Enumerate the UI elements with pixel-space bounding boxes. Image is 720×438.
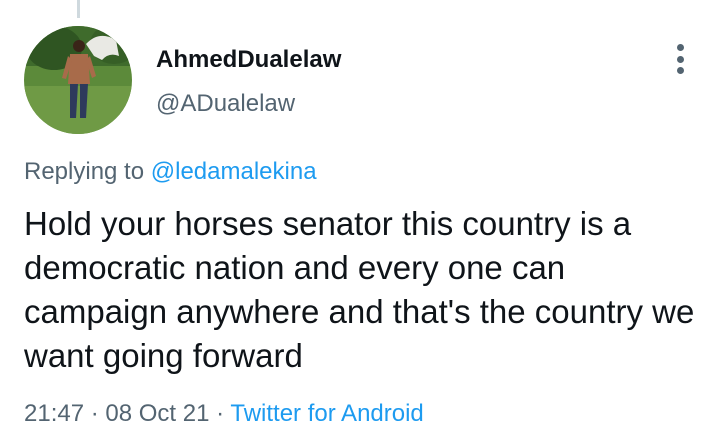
more-dot — [676, 44, 684, 51]
meta-separator: · — [209, 400, 231, 427]
reply-mention-link[interactable]: @ledamalekina — [151, 158, 317, 185]
tweet-date[interactable]: 08 Oct 21 — [105, 400, 209, 427]
more-dot — [676, 55, 684, 63]
tweet-time[interactable]: 21:47 — [24, 400, 84, 427]
tweet-source-link[interactable]: Twitter for Android — [230, 400, 423, 427]
replying-to-label: Replying to — [24, 158, 151, 185]
tweet-card: AhmedDualelaw @ADualelaw Replying to @le… — [0, 0, 720, 438]
author-info: AhmedDualelaw @ADualelaw — [156, 44, 341, 120]
profile-photo-icon — [24, 26, 132, 134]
author-handle[interactable]: @ADualelaw — [156, 88, 341, 120]
tweet-metadata: 21:47 · 08 Oct 21 · Twitter for Android — [24, 398, 424, 430]
author-name[interactable]: AhmedDualelaw — [156, 44, 341, 76]
thread-connector-line — [77, 0, 80, 18]
more-dot — [676, 67, 684, 74]
more-options-icon[interactable] — [674, 44, 686, 74]
meta-separator: · — [84, 400, 106, 427]
avatar[interactable] — [24, 26, 132, 134]
replying-to-line: Replying to @ledamalekina — [24, 156, 317, 188]
tweet-text: Hold your horses senator this country is… — [24, 205, 695, 374]
